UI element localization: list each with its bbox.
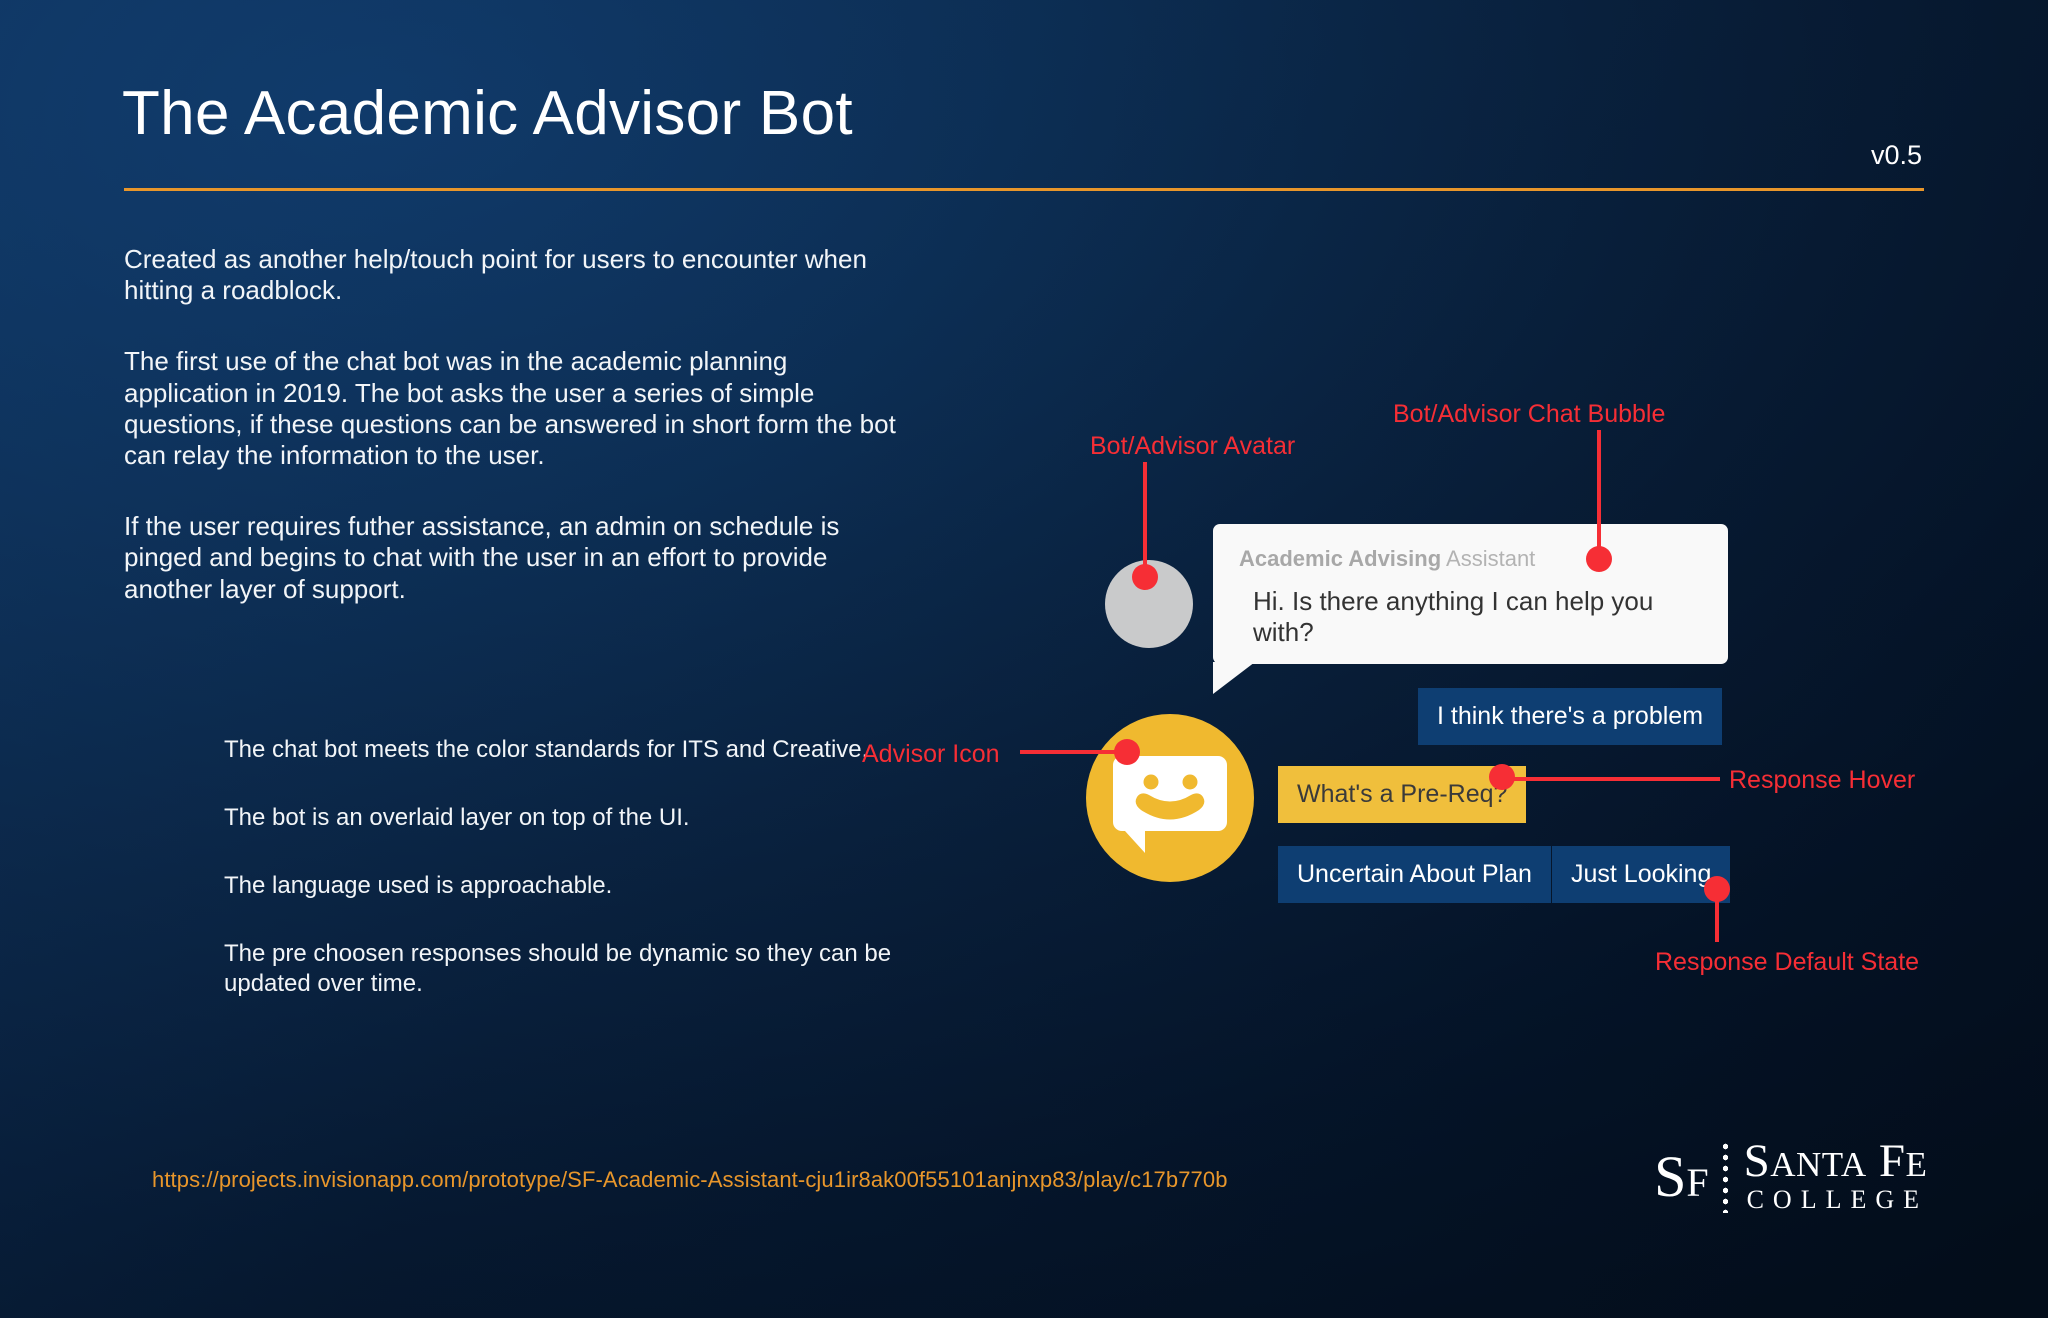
slide-root: The Academic Advisor Bot v0.5 Created as… bbox=[0, 0, 2048, 1318]
header-divider bbox=[124, 188, 1924, 191]
intro-paragraph-3: If the user requires futher assistance, … bbox=[124, 511, 840, 604]
annotation-dot-chat-bubble bbox=[1586, 546, 1612, 572]
feature-note-4: The pre choosen responses should be dyna… bbox=[224, 940, 892, 997]
feature-note-1: The chat bot meets the color standards f… bbox=[224, 736, 869, 763]
advisor-icon[interactable] bbox=[1086, 714, 1254, 882]
version-label: v0.5 bbox=[1870, 140, 1922, 170]
annotation-advisor-icon: Advisor Icon bbox=[862, 740, 1000, 768]
intro-copy: Created as another help/touch point for … bbox=[124, 244, 914, 605]
chat-bubble-title-strong: Academic Advising bbox=[1239, 546, 1442, 571]
logo-monogram: SF bbox=[1654, 1147, 1723, 1206]
chat-bubble-title-rest: Assistant bbox=[1441, 546, 1536, 571]
annotation-dot-avatar bbox=[1132, 564, 1158, 590]
annotation-response-default-state: Response Default State bbox=[1655, 948, 1920, 976]
feature-note-2: The bot is an overlaid layer on top of t… bbox=[224, 804, 690, 831]
logo-dotted-divider bbox=[1722, 1140, 1728, 1213]
chat-bubble-message: Hi. Is there anything I can help you wit… bbox=[1253, 586, 1654, 647]
logo-santa-rest: ANTA bbox=[1770, 1145, 1867, 1184]
logo-fe-cap: F bbox=[1866, 1135, 1906, 1187]
logo-monogram-f: F bbox=[1686, 1159, 1709, 1205]
feature-note-3: The language used is approachable. bbox=[224, 872, 613, 899]
logo-wordmark: SANTA FE COLLEGE bbox=[1744, 1138, 1928, 1215]
annotation-response-hover: Response Hover bbox=[1729, 766, 1916, 794]
response-option-uncertain-plan[interactable]: Uncertain About Plan bbox=[1278, 846, 1551, 903]
annotation-bot-advisor-avatar: Bot/Advisor Avatar bbox=[1090, 432, 1296, 460]
intro-paragraph-1: Created as another help/touch point for … bbox=[124, 244, 867, 306]
annotation-leader-response-hover bbox=[1500, 777, 1720, 781]
response-option-problem[interactable]: I think there's a problem bbox=[1418, 688, 1723, 745]
response-option-just-looking[interactable]: Just Looking bbox=[1552, 846, 1731, 903]
page-title: The Academic Advisor Bot bbox=[122, 79, 853, 148]
chat-bubble-title: Academic Advising Assistant bbox=[1239, 546, 1702, 572]
bot-advisor-chat-bubble: Academic Advising Assistant Hi. Is there… bbox=[1213, 524, 1728, 694]
logo-name-line: SANTA FE bbox=[1743, 1135, 1928, 1187]
logo-santa-cap: S bbox=[1743, 1135, 1771, 1187]
annotation-bot-advisor-chat-bubble: Bot/Advisor Chat Bubble bbox=[1393, 400, 1666, 428]
santa-fe-college-logo: SF SANTA FE COLLEGE bbox=[1654, 1138, 1928, 1215]
intro-paragraph-2: The first use of the chat bot was in the… bbox=[124, 346, 896, 470]
annotation-dot-response-default bbox=[1704, 876, 1730, 902]
annotation-leader-avatar bbox=[1143, 462, 1147, 572]
annotation-leader-chat-bubble bbox=[1597, 430, 1601, 558]
feature-notes-list: The chat bot meets the color standards f… bbox=[224, 735, 924, 999]
prototype-url[interactable]: https://projects.invisionapp.com/prototy… bbox=[152, 1167, 1228, 1193]
annotation-dot-advisor-icon bbox=[1114, 739, 1140, 765]
logo-fe-rest: E bbox=[1905, 1145, 1928, 1184]
logo-subtitle: COLLEGE bbox=[1746, 1185, 1928, 1215]
annotation-dot-response-hover bbox=[1489, 764, 1515, 790]
logo-monogram-s: S bbox=[1654, 1143, 1687, 1209]
